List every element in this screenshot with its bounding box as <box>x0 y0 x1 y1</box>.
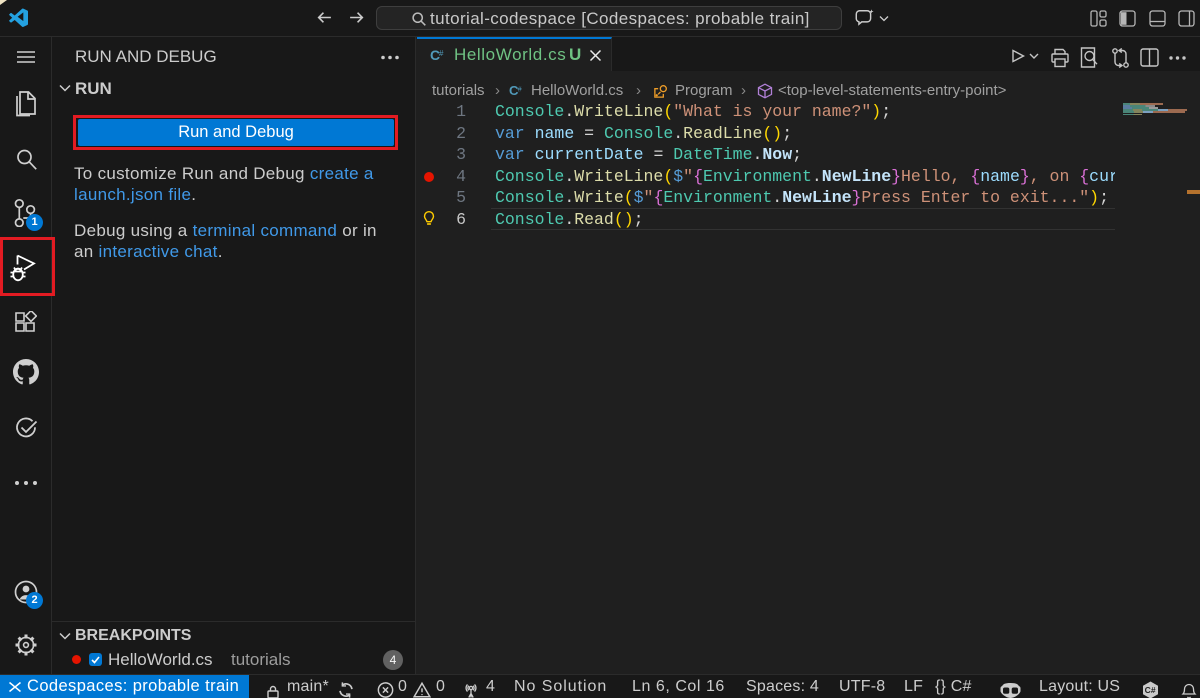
svg-text:C#: C# <box>1145 685 1156 695</box>
svg-text:#: # <box>439 49 444 58</box>
svg-text:#: # <box>517 84 522 93</box>
